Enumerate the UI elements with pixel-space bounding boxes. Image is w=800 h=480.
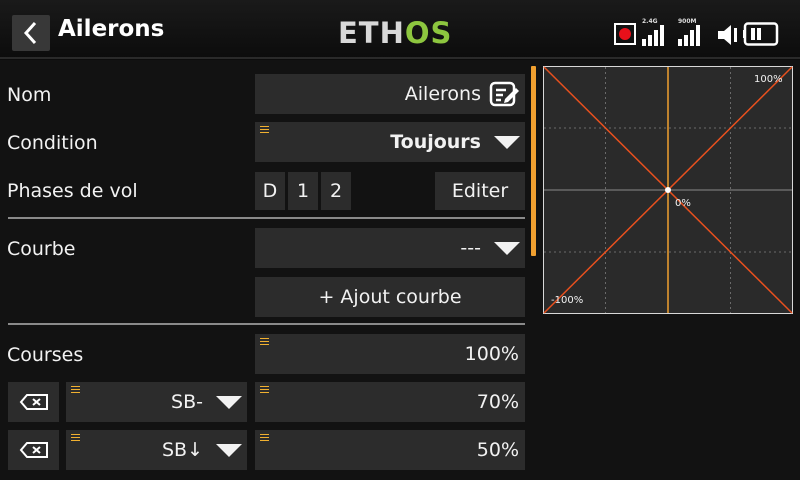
phase-button-2[interactable]: 2 xyxy=(321,172,351,210)
name-field[interactable]: Ailerons xyxy=(255,74,525,114)
rates-label: Courses xyxy=(7,344,84,366)
battery-icon xyxy=(743,22,779,46)
edit-phases-button[interactable]: Editer xyxy=(435,172,525,210)
rate-value-field[interactable]: 100% xyxy=(255,334,525,374)
signal-icon xyxy=(642,25,664,46)
graph-center-point xyxy=(665,187,671,193)
handle-marker xyxy=(260,126,269,133)
graph-bottom-left-label: -100% xyxy=(551,295,583,306)
condition-value: Toujours xyxy=(390,131,481,153)
rate-value: 100% xyxy=(464,343,519,365)
flight-phases-label: Phases de vol xyxy=(7,180,138,202)
name-label: Nom xyxy=(7,84,52,106)
phase-button-1[interactable]: 1 xyxy=(288,172,318,210)
svg-text:ETHOS: ETHOS xyxy=(338,17,452,47)
curve-graph: 100% 0% -100% xyxy=(543,66,793,314)
curve-value: --- xyxy=(460,237,481,259)
curve-dropdown[interactable]: --- xyxy=(255,228,525,268)
back-button[interactable] xyxy=(12,15,50,51)
handle-marker xyxy=(71,434,80,441)
rate-row-value-field[interactable]: 70% xyxy=(255,382,525,422)
delete-icon xyxy=(19,394,48,410)
graph-top-right-label: 100% xyxy=(754,74,783,85)
add-curve-button[interactable]: + Ajout courbe xyxy=(255,277,525,317)
delete-rate-button[interactable] xyxy=(8,430,59,470)
chevron-down-icon xyxy=(216,444,242,457)
edit-icon xyxy=(489,81,519,107)
chevron-down-icon xyxy=(494,136,520,149)
graph-center-label: 0% xyxy=(675,198,691,209)
section-divider xyxy=(8,217,525,219)
phase-button-d[interactable]: D xyxy=(255,172,285,210)
condition-dropdown[interactable]: Toujours xyxy=(255,122,525,162)
speaker-icon xyxy=(718,25,737,45)
ethos-logo: ETHOS xyxy=(338,17,452,47)
rate-switch-value: SB- xyxy=(171,391,203,413)
scrollbar[interactable] xyxy=(531,66,536,256)
handle-marker xyxy=(260,338,269,345)
rate-switch-dropdown[interactable]: SB↓ xyxy=(66,430,247,470)
chevron-down-icon xyxy=(494,242,520,255)
rate-row-value: 50% xyxy=(476,439,519,461)
header-divider xyxy=(0,57,800,59)
rate-row-value: 70% xyxy=(476,391,519,413)
handle-marker xyxy=(260,434,269,441)
condition-label: Condition xyxy=(7,132,98,154)
rate-switch-value: SB↓ xyxy=(161,439,203,461)
name-value: Ailerons xyxy=(404,83,481,105)
delete-rate-button[interactable] xyxy=(8,382,59,422)
record-icon xyxy=(614,23,636,45)
delete-icon xyxy=(19,442,48,458)
signal-icon xyxy=(678,25,700,46)
handle-marker xyxy=(71,386,80,393)
handle-marker xyxy=(260,386,269,393)
rate-switch-dropdown[interactable]: SB- xyxy=(66,382,247,422)
section-divider xyxy=(8,323,525,325)
chevron-down-icon xyxy=(216,396,242,409)
header-bar: Ailerons ETHOS 2.4G 900M xyxy=(0,0,800,60)
rate-row-value-field[interactable]: 50% xyxy=(255,430,525,470)
page-title: Ailerons xyxy=(58,16,165,42)
back-arrow-icon xyxy=(23,21,37,45)
curve-label: Courbe xyxy=(7,238,76,260)
